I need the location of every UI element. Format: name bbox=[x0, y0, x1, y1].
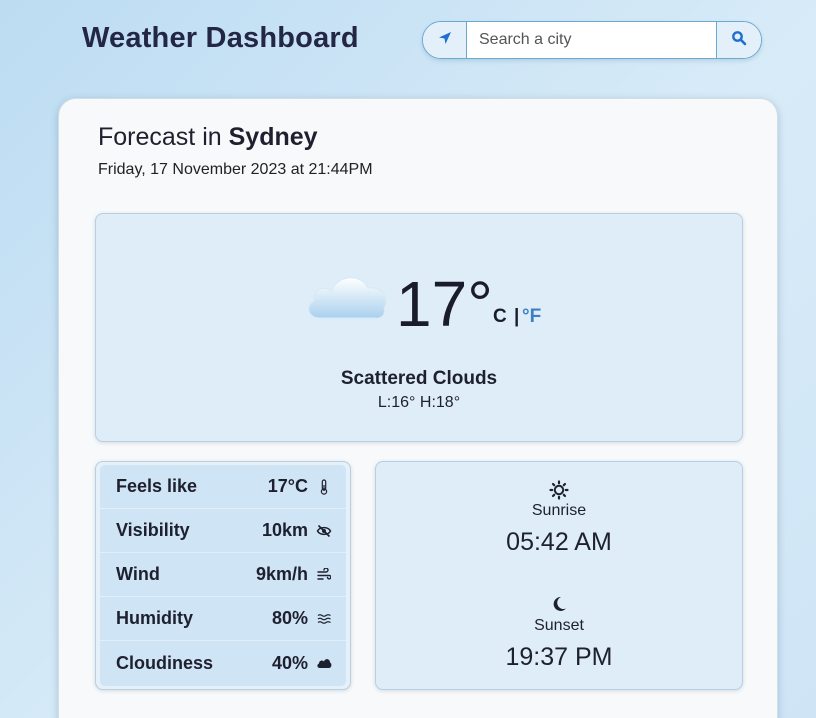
forecast-card: Forecast in Sydney Friday, 17 November 2… bbox=[58, 98, 778, 718]
cloud-icon bbox=[302, 266, 392, 326]
cloud-icon bbox=[316, 655, 332, 671]
search-button[interactable] bbox=[716, 22, 761, 58]
sun-icon bbox=[549, 480, 569, 500]
low-high-temperature: L:16° H:18° bbox=[377, 394, 461, 411]
moon-icon bbox=[550, 595, 568, 615]
sunset-block: Sunset 19:37 PM bbox=[376, 595, 742, 672]
detail-row-wind: Wind 9km/h bbox=[100, 553, 346, 597]
detail-label: Visibility bbox=[116, 520, 190, 540]
sunset-time: 19:37 PM bbox=[505, 643, 613, 671]
detail-row-feels-like: Feels like 17°C bbox=[100, 465, 346, 509]
sunrise-block: Sunrise 05:42 AM bbox=[376, 480, 742, 557]
detail-row-visibility: Visibility 10km bbox=[100, 509, 346, 553]
detail-label: Wind bbox=[116, 564, 160, 584]
detail-value: 40% bbox=[271, 652, 308, 673]
weather-details-panel: Feels like 17°C Visibility 10km Wind 9km… bbox=[95, 461, 351, 690]
water-icon bbox=[316, 611, 332, 627]
detail-row-humidity: Humidity 80% bbox=[100, 597, 346, 641]
detail-label: Feels like bbox=[116, 476, 198, 496]
sunrise-time: 05:42 AM bbox=[506, 528, 612, 556]
eye-slash-icon bbox=[316, 523, 332, 539]
detail-value: 80% bbox=[271, 608, 308, 628]
locate-button[interactable] bbox=[423, 22, 467, 58]
unit-celsius-toggle[interactable]: C bbox=[493, 306, 507, 328]
detail-label: Cloudiness bbox=[116, 652, 214, 673]
sunset-label: Sunset bbox=[534, 617, 584, 634]
detail-row-cloudiness: Cloudiness 40% bbox=[100, 641, 346, 685]
current-weather-panel: 17° C | °F Scattered Clouds L:16° H:18° bbox=[95, 213, 743, 442]
detail-value: 17°C bbox=[267, 476, 308, 496]
sun-times-panel: Sunrise 05:42 AM Sunset 19:37 PM bbox=[375, 461, 743, 690]
detail-value: 10km bbox=[261, 520, 308, 540]
detail-value: 9km/h bbox=[255, 564, 308, 584]
search-icon bbox=[731, 30, 747, 51]
forecast-heading-prefix: Forecast in bbox=[98, 123, 222, 151]
search-input[interactable] bbox=[467, 22, 716, 58]
search-bar bbox=[422, 21, 762, 59]
thermometer-icon bbox=[316, 478, 332, 495]
sunrise-label: Sunrise bbox=[531, 502, 587, 519]
app-title: Weather Dashboard bbox=[82, 22, 359, 54]
forecast-datetime: Friday, 17 November 2023 at 21:44PM bbox=[98, 161, 373, 178]
weather-details-list: Feels like 17°C Visibility 10km Wind 9km… bbox=[100, 465, 346, 686]
location-arrow-icon bbox=[437, 30, 453, 51]
unit-fahrenheit-toggle[interactable]: °F bbox=[522, 306, 541, 328]
wind-icon bbox=[316, 567, 332, 583]
detail-label: Humidity bbox=[116, 608, 194, 628]
temperature-value: 17° bbox=[396, 268, 493, 340]
forecast-heading: Forecast in Sydney bbox=[98, 123, 318, 152]
weather-condition: Scattered Clouds bbox=[340, 368, 498, 389]
city-name: Sydney bbox=[228, 123, 318, 151]
unit-separator: | bbox=[514, 306, 520, 327]
